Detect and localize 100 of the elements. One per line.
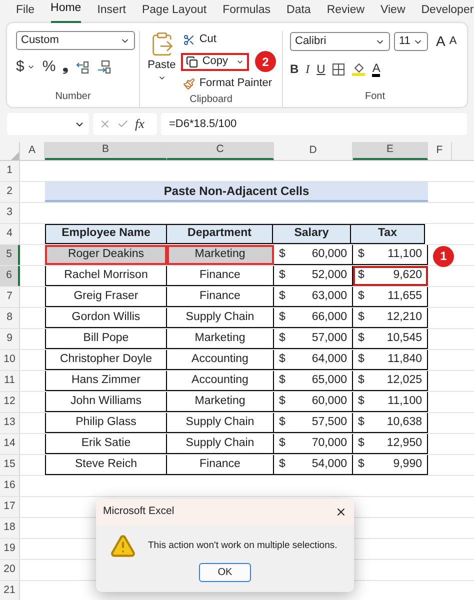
row-header[interactable]: 16: [0, 476, 20, 496]
number-format-dropdown[interactable]: Custom: [16, 31, 135, 50]
group-label: Number: [55, 90, 91, 104]
table-cell-text: 11,655: [388, 288, 422, 304]
currency-symbol: $: [358, 310, 364, 325]
underline-button[interactable]: U: [316, 60, 326, 78]
shrink-font-button[interactable]: A: [449, 33, 457, 50]
currency-symbol: $: [358, 436, 364, 451]
table-cell-text: 10,638: [386, 414, 422, 430]
font-size-dropdown[interactable]: 11: [394, 32, 428, 51]
cut-button[interactable]: Cut: [181, 31, 276, 48]
row-header[interactable]: 21: [0, 581, 20, 600]
column-header[interactable]: F: [428, 142, 452, 160]
row-header[interactable]: 2: [0, 182, 20, 202]
table-cell-text: 11,100: [388, 394, 422, 409]
table-cell: Steve Reich: [45, 455, 167, 475]
row-header[interactable]: 4: [0, 224, 20, 244]
table-cell-text: 12,950: [386, 436, 422, 451]
paste-button[interactable]: Paste: [146, 31, 178, 92]
fill-color-icon[interactable]: [352, 62, 366, 76]
menu-tab[interactable]: Formulas: [222, 2, 271, 23]
currency-symbol: $: [358, 372, 364, 388]
table-cell: Gordon Willis: [45, 308, 167, 328]
menu-tab[interactable]: Developer: [421, 2, 474, 23]
table-cell: Accounting: [167, 371, 274, 391]
copy-button[interactable]: Copy: [181, 52, 249, 70]
format-painter-button[interactable]: Format Painter: [181, 75, 276, 92]
currency-symbol: $: [358, 394, 364, 409]
table-cell: Supply Chain: [167, 413, 274, 433]
currency-symbol: $: [279, 414, 286, 430]
table-cell-text: 12,210: [386, 310, 422, 325]
ok-button[interactable]: OK: [199, 563, 251, 582]
row-header[interactable]: 20: [0, 560, 20, 580]
step-badge: 1: [433, 246, 454, 266]
italic-button[interactable]: I: [306, 60, 310, 78]
column-heading: Tax: [350, 224, 425, 244]
row-header[interactable]: 9: [0, 329, 20, 349]
row-header[interactable]: 19: [0, 539, 20, 559]
row-header[interactable]: 12: [0, 392, 20, 412]
table-cell: Bill Pope: [45, 329, 167, 349]
decrease-decimal-icon[interactable]: [96, 60, 111, 74]
dialog-message: This action won't work on multiple selections.: [148, 538, 338, 553]
table-cell-text: 64,000: [312, 352, 347, 367]
column-header[interactable]: E: [353, 142, 428, 160]
menu-tab[interactable]: Data: [286, 2, 311, 23]
table-cell-text: 60,000: [312, 394, 347, 409]
row-header[interactable]: 15: [0, 455, 20, 475]
table-cell: Philip Glass: [45, 413, 167, 433]
insert-function-button[interactable]: fx: [135, 114, 144, 134]
menu-tab[interactable]: Page Layout: [142, 2, 207, 23]
row-header[interactable]: 17: [0, 497, 20, 517]
bold-button[interactable]: B: [290, 60, 299, 78]
row-header[interactable]: 13: [0, 413, 20, 433]
table-cell-text: 70,000: [312, 436, 347, 451]
row-header[interactable]: 14: [0, 434, 20, 454]
menu-tab[interactable]: Review: [326, 2, 365, 23]
currency-symbol: $: [358, 330, 364, 346]
close-icon[interactable]: [335, 506, 347, 518]
table-cell: Rachel Morrison: [45, 266, 167, 286]
row-header[interactable]: 10: [0, 350, 20, 370]
currency-symbol: $: [279, 246, 286, 262]
row-header[interactable]: 18: [0, 518, 20, 538]
table-cell: Supply Chain: [167, 434, 274, 454]
menu-tab[interactable]: Insert: [97, 2, 126, 23]
table-cell-text: 11,100: [388, 246, 422, 262]
warning-icon: [110, 533, 136, 559]
table-cell: Finance: [167, 287, 274, 307]
row-header[interactable]: 6: [0, 266, 20, 286]
table-cell-text: 57,000: [312, 330, 347, 346]
column-heading: Department: [166, 224, 273, 244]
row-header[interactable]: 11: [0, 371, 20, 391]
font-family-dropdown[interactable]: Calibri: [290, 32, 390, 51]
column-header[interactable]: B: [45, 142, 167, 160]
column-header[interactable]: C: [167, 142, 274, 160]
table-cell: Hans Zimmer: [45, 371, 167, 391]
formula-field[interactable]: =D6*18.5/100: [161, 113, 467, 135]
table-cell-text: 9,990: [393, 456, 422, 472]
row-header[interactable]: 7: [0, 287, 20, 307]
table-cell-text: 63,000: [312, 288, 347, 304]
table-cell: Greig Fraser: [45, 287, 167, 307]
font-color-button[interactable]: A: [372, 62, 380, 76]
row-header[interactable]: 5: [0, 245, 20, 265]
currency-symbol: $: [358, 414, 364, 430]
borders-icon[interactable]: [332, 62, 346, 76]
currency-button[interactable]: $: [16, 56, 24, 78]
row-header[interactable]: 3: [0, 203, 20, 223]
table-cell: Erik Satie: [45, 434, 167, 454]
currency-symbol: $: [279, 372, 286, 388]
increase-decimal-icon[interactable]: [76, 60, 90, 74]
percent-button[interactable]: %: [42, 56, 56, 78]
comma-style-button[interactable]: ❟: [62, 56, 69, 78]
paintbrush-icon: [183, 78, 196, 90]
table-cell: Christopher Doyle: [45, 350, 167, 370]
row-header[interactable]: 8: [0, 308, 20, 328]
grow-font-button[interactable]: A: [436, 31, 446, 52]
table-cell-text: 66,000: [312, 310, 347, 325]
menu-tab[interactable]: File: [16, 2, 35, 23]
sheet-title: Paste Non-Adjacent Cells: [45, 182, 428, 202]
menu-tab[interactable]: View: [380, 2, 406, 23]
row-header[interactable]: 1: [0, 161, 20, 181]
